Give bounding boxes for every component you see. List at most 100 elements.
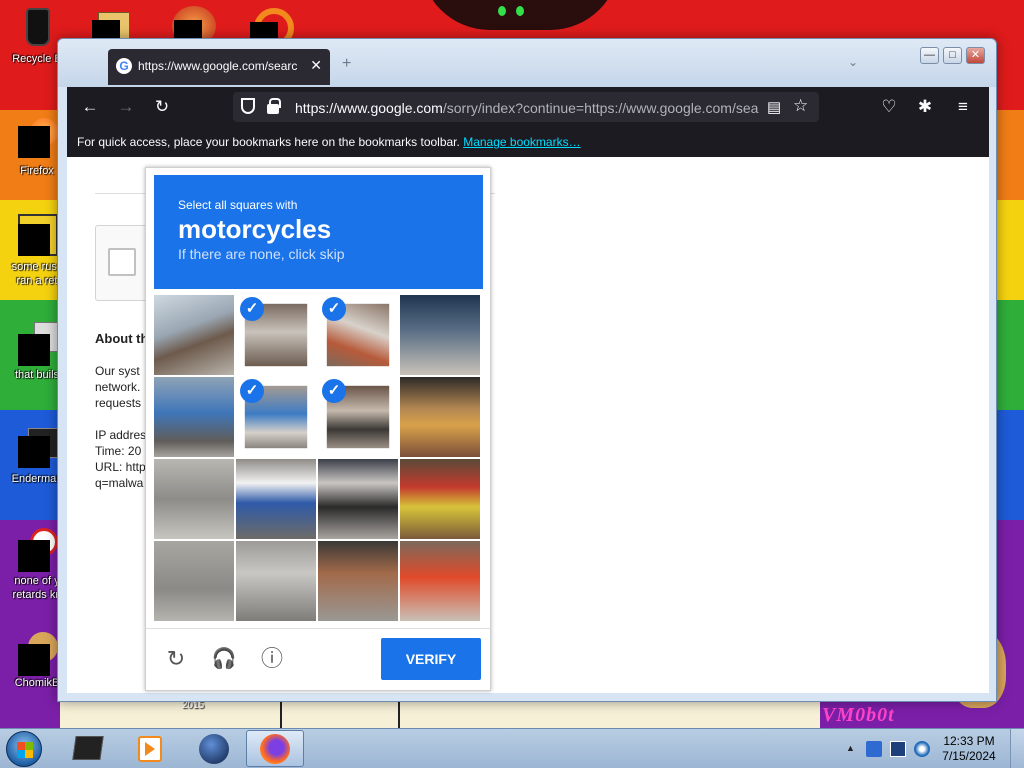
manage-bookmarks-link[interactable]: Manage bookmarks… xyxy=(463,135,580,149)
terminal-icon xyxy=(72,736,104,760)
captcha-tile[interactable]: ✓ xyxy=(318,295,398,375)
nav-toolbar: ← → ↻ https://www.google.com/sorry/index… xyxy=(67,87,989,127)
clock-date: 7/15/2024 xyxy=(942,749,996,763)
ip-address-label: IP addres xyxy=(95,428,147,442)
reader-view-icon[interactable]: ▤ xyxy=(767,98,781,116)
taskbar-app[interactable] xyxy=(184,730,242,767)
bookmark-star-icon[interactable]: ☆ xyxy=(793,96,808,116)
captcha-tile[interactable] xyxy=(400,295,480,375)
info-icon[interactable]: ⓘ xyxy=(258,645,286,673)
about-text-line: Our syst xyxy=(95,364,140,378)
tray-app-icon[interactable] xyxy=(866,741,882,757)
recycle-bin-icon xyxy=(16,6,58,48)
tile-image xyxy=(154,541,234,621)
new-tab-button[interactable]: + xyxy=(342,55,351,73)
file-icon xyxy=(16,214,58,256)
captcha-tile[interactable] xyxy=(236,541,316,621)
captcha-tile[interactable] xyxy=(154,295,234,375)
network-icon[interactable] xyxy=(890,741,906,757)
captcha-tile[interactable]: ✓ xyxy=(236,377,316,457)
close-window-button[interactable]: ✕ xyxy=(966,47,985,64)
wallpaper-eye xyxy=(516,6,524,16)
pocket-icon[interactable]: ♡ xyxy=(877,96,901,118)
url-domain: https://www.google.com xyxy=(295,100,443,116)
hamster-icon xyxy=(16,630,58,676)
challenge-hint: If there are none, click skip xyxy=(178,246,345,262)
taskbar-firefox[interactable] xyxy=(246,730,304,767)
challenge-target: motorcycles xyxy=(178,214,332,244)
tile-image xyxy=(236,459,316,539)
url-text[interactable]: https://www.google.com/sorry/index?conti… xyxy=(295,100,765,116)
captcha-tile[interactable] xyxy=(318,541,398,621)
taskbar-app[interactable] xyxy=(58,730,116,767)
list-all-tabs-button[interactable]: ⌄ xyxy=(848,55,858,69)
captcha-tile[interactable]: ✓ xyxy=(318,377,398,457)
captcha-tile[interactable] xyxy=(154,377,234,457)
maximize-button[interactable]: □ xyxy=(943,47,962,64)
taskbar-app[interactable] xyxy=(120,730,178,767)
firefox-icon xyxy=(260,734,290,764)
extensions-icon[interactable]: ✱ xyxy=(913,96,937,118)
audio-challenge-icon[interactable]: 🎧 xyxy=(210,645,238,673)
lock-icon[interactable] xyxy=(267,98,281,114)
shield-icon[interactable] xyxy=(241,98,255,114)
captcha-tile[interactable]: ✓ xyxy=(236,295,316,375)
start-button[interactable] xyxy=(6,731,42,767)
app-icon xyxy=(16,426,58,468)
checkmark-icon: ✓ xyxy=(240,297,264,321)
tile-image xyxy=(400,377,480,457)
captcha-tile[interactable] xyxy=(400,377,480,457)
challenge-footer: ↻ 🎧 ⓘ VERIFY xyxy=(146,628,490,690)
clock[interactable]: 12:33 PM 7/15/2024 xyxy=(934,734,1004,764)
menu-icon[interactable]: ≡ xyxy=(951,96,975,118)
tile-image xyxy=(154,377,234,457)
tile-image xyxy=(400,295,480,375)
url-label-continued: q=malwa xyxy=(95,476,144,490)
reload-button[interactable]: ↻ xyxy=(150,96,174,118)
forward-button[interactable]: → xyxy=(114,96,138,118)
challenge-instruction: Select all squares with xyxy=(178,198,298,212)
time-label: Time: 20 xyxy=(95,444,142,458)
captcha-tile[interactable] xyxy=(318,459,398,539)
about-heading: About th xyxy=(95,331,149,346)
bookmarks-hint: For quick access, place your bookmarks h… xyxy=(77,135,460,149)
about-text-line: network. xyxy=(95,380,141,394)
file-icon xyxy=(16,322,58,366)
url-label: URL: http xyxy=(95,460,146,474)
system-tray: ▲ 12:33 PM 7/15/2024 xyxy=(838,729,1024,768)
reload-challenge-icon[interactable]: ↻ xyxy=(162,645,190,673)
tile-image xyxy=(400,541,480,621)
tile-image xyxy=(318,459,398,539)
wallpaper-shape xyxy=(280,700,400,728)
captcha-tile[interactable] xyxy=(236,459,316,539)
file-icon xyxy=(16,528,58,572)
tab-close-icon[interactable]: ✕ xyxy=(310,57,322,74)
captcha-tile[interactable] xyxy=(400,541,480,621)
firefox-icon xyxy=(16,118,58,160)
captcha-tile[interactable] xyxy=(154,459,234,539)
tile-image xyxy=(154,295,234,375)
checkmark-icon: ✓ xyxy=(322,379,346,403)
show-hidden-icons-button[interactable]: ▲ xyxy=(846,743,855,753)
captcha-tile[interactable] xyxy=(400,459,480,539)
bookmarks-toolbar: For quick access, place your bookmarks h… xyxy=(67,127,989,157)
challenge-header: Select all squares with motorcycles If t… xyxy=(154,175,483,289)
tray-app-icon[interactable] xyxy=(914,741,930,757)
recaptcha-checkbox[interactable] xyxy=(108,248,136,276)
recaptcha-challenge: Select all squares with motorcycles If t… xyxy=(145,167,491,691)
wallpaper-eye xyxy=(498,6,506,16)
verify-button[interactable]: VERIFY xyxy=(381,638,481,680)
back-button[interactable]: ← xyxy=(78,96,102,118)
tab-title: https://www.google.com/searc xyxy=(138,59,298,73)
browser-tab[interactable]: G https://www.google.com/searc ✕ xyxy=(108,49,330,85)
show-desktop-button[interactable] xyxy=(1010,729,1024,768)
minimize-button[interactable]: — xyxy=(920,47,939,64)
tile-image xyxy=(318,541,398,621)
wallpaper-shape xyxy=(60,700,820,728)
captcha-tile[interactable] xyxy=(154,541,234,621)
address-bar[interactable]: https://www.google.com/sorry/index?conti… xyxy=(233,92,819,122)
window-titlebar[interactable]: G https://www.google.com/searc ✕ + ⌄ — □… xyxy=(58,39,996,87)
globe-icon xyxy=(199,734,229,764)
tile-image xyxy=(154,459,234,539)
about-text-line: requests xyxy=(95,396,142,410)
